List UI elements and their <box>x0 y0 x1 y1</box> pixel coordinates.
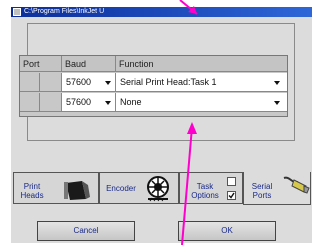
annotation-arrow-grid <box>181 122 197 245</box>
annotation-overlay <box>179 0 198 245</box>
annotation-arrow-top <box>179 0 198 15</box>
